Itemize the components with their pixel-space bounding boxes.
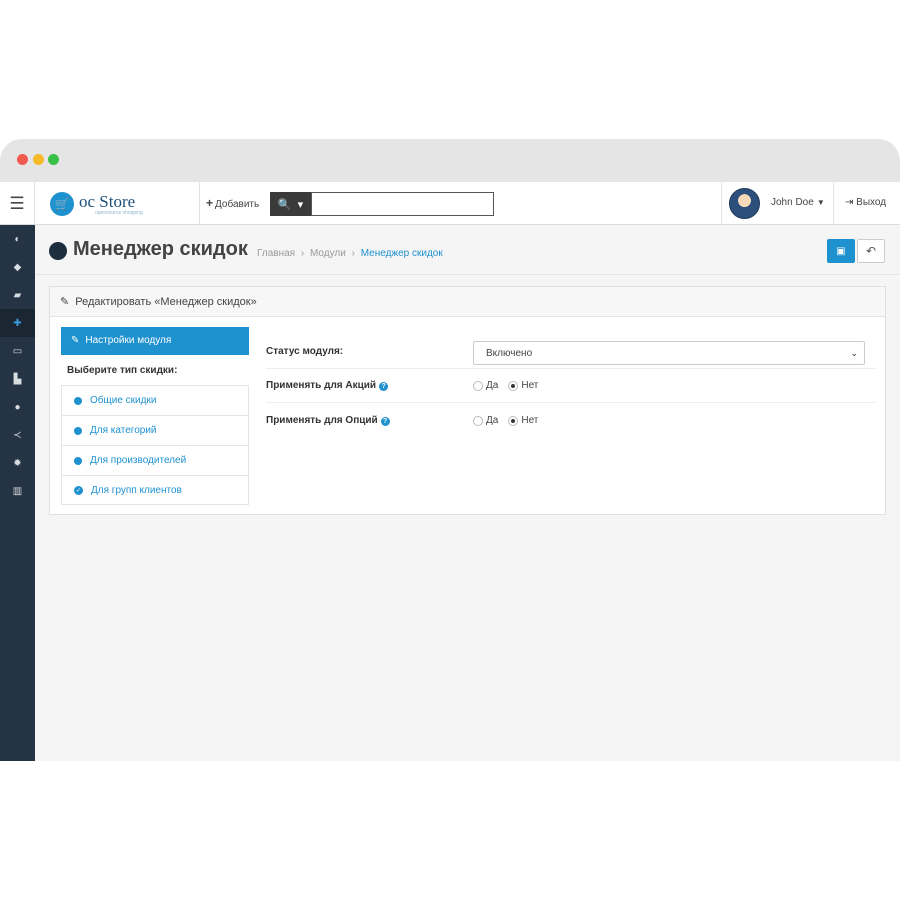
question-icon[interactable]: ?	[380, 417, 390, 426]
sidebar-item-design[interactable]: ▭	[0, 337, 35, 365]
logo-tagline: opensource shopping	[95, 210, 143, 216]
sidebar-item-system[interactable]: ✹	[0, 449, 35, 477]
radio-circle	[473, 380, 483, 391]
sidebar-item-dashboard[interactable]: ◐	[0, 225, 35, 253]
panel-heading: ✎ Редактировать «Менеджер скидок»	[50, 287, 885, 317]
status-row: Статус модуля: Включено ⌄	[266, 341, 876, 369]
sidebar-item-catalog[interactable]: ◆	[0, 253, 35, 281]
breadcrumb-home[interactable]: Главная	[257, 248, 295, 259]
store-logo[interactable]: 🛒 oc Store opensource shopping	[35, 182, 200, 225]
radio-circle-checked	[508, 415, 519, 426]
user-menu[interactable]: John Doe ▼	[721, 182, 834, 225]
book-icon: ▰	[13, 289, 22, 301]
breadcrumb-modules[interactable]: Модули	[310, 248, 346, 259]
monitor-icon: ▭	[12, 345, 23, 357]
page-title: Менеджер скидок	[73, 238, 248, 260]
logout-icon: ⇥	[845, 197, 854, 208]
save-button[interactable]: ▣	[827, 239, 855, 263]
edit-panel: ✎ Редактировать «Менеджер скидок» ✎ Настро…	[49, 286, 886, 515]
add-new-button[interactable]: + Добавить	[206, 196, 259, 210]
tab-customer-group-discounts[interactable]: ✓ Для групп клиентов	[61, 475, 249, 505]
tag-icon: ◆	[13, 261, 22, 273]
caret-down-icon: ▾	[297, 198, 304, 211]
search-type-button[interactable]: 🔍 ▾	[270, 192, 311, 216]
sidebar-item-extensions[interactable]: ✚	[0, 309, 35, 337]
hamburger-icon: ☰	[9, 193, 25, 213]
options-label: Применять для Опций?	[266, 415, 390, 426]
minimize-window-button[interactable]	[33, 154, 44, 165]
chart-icon: ▥	[12, 485, 23, 497]
question-icon[interactable]: ?	[379, 382, 389, 391]
specials-label: Применять для Акций?	[266, 380, 389, 391]
avatar	[729, 188, 760, 219]
top-navbar: ☰ 🛒 oc Store opensource shopping + Добави…	[0, 182, 900, 225]
settings-tabs: ✎ Настройки модуля Выберите тип скидки: О…	[61, 327, 249, 505]
window-titlebar	[0, 139, 900, 182]
module-icon	[49, 242, 67, 260]
tab-module-settings[interactable]: ✎ Настройки модуля	[61, 327, 249, 355]
dashboard-icon: ◐	[14, 233, 21, 245]
caret-down-icon: ▼	[816, 198, 825, 207]
user-icon: ●	[14, 401, 21, 413]
sidebar-item-marketing[interactable]: ≺	[0, 421, 35, 449]
specials-row: Применять для Акций? Да Нет	[266, 371, 876, 403]
add-label: Добавить	[215, 199, 260, 210]
close-window-button[interactable]	[17, 154, 28, 165]
options-row: Применять для Опций? Да Нет	[266, 407, 876, 439]
pencil-icon: ✎	[71, 335, 80, 346]
tab-manufacturer-discounts[interactable]: Для производителей	[61, 445, 249, 475]
cart-icon: ▙	[13, 373, 22, 385]
status-select[interactable]: Включено ⌄	[473, 341, 865, 365]
user-name: John Doe ▼	[771, 197, 825, 208]
reply-icon: ↶	[865, 244, 877, 258]
tab-general-discounts[interactable]: Общие скидки	[61, 385, 249, 415]
search-icon: 🔍	[277, 198, 292, 211]
radio-circle	[473, 415, 483, 426]
logout-button[interactable]: ⇥ Выход	[845, 197, 886, 208]
cart-logo-icon: 🛒	[50, 192, 74, 216]
check-circle-icon: ✓	[74, 485, 83, 495]
status-label: Статус модуля:	[266, 346, 344, 357]
chevron-down-icon: ⌄	[850, 348, 858, 358]
plus-icon: +	[206, 196, 214, 210]
share-icon: ≺	[13, 429, 22, 441]
page-header: Менеджер скидок Главная › Модули › Менед…	[35, 225, 900, 275]
circle-icon	[74, 396, 82, 405]
breadcrumb-separator: ›	[300, 248, 305, 259]
breadcrumb-current[interactable]: Менеджер скидок	[361, 248, 443, 259]
gear-icon: ✹	[13, 457, 22, 469]
pencil-icon: ✎	[60, 296, 70, 308]
floppy-icon: ▣	[836, 245, 846, 257]
sidebar-item-sales[interactable]: ▙	[0, 365, 35, 393]
sidebar: ◐ ◆ ▰ ✚ ▭ ▙ ● ≺ ✹ ▥	[0, 225, 35, 761]
radio-circle-checked	[508, 380, 519, 391]
breadcrumb: Главная › Модули › Менеджер скидок	[257, 248, 443, 259]
search-input[interactable]	[311, 192, 494, 216]
specials-no-radio[interactable]: Нет	[508, 380, 538, 391]
panel-title: Редактировать «Менеджер скидок»	[75, 296, 257, 308]
specials-yes-radio[interactable]: Да	[473, 380, 498, 391]
maximize-window-button[interactable]	[48, 154, 59, 165]
circle-icon	[74, 426, 82, 435]
discount-type-heading: Выберите тип скидки:	[67, 365, 178, 376]
circle-icon	[74, 456, 82, 465]
logo-text: oc Store	[79, 192, 136, 211]
options-no-radio[interactable]: Нет	[508, 415, 538, 426]
status-value: Включено	[486, 348, 533, 359]
options-radio-group: Да Нет	[473, 415, 538, 426]
menu-toggle-button[interactable]: ☰	[0, 182, 35, 225]
breadcrumb-separator: ›	[351, 248, 355, 259]
sidebar-item-customers[interactable]: ●	[0, 393, 35, 421]
sidebar-item-information[interactable]: ▰	[0, 281, 35, 309]
sidebar-item-reports[interactable]: ▥	[0, 477, 35, 505]
back-button[interactable]: ↶	[857, 239, 885, 263]
specials-radio-group: Да Нет	[473, 380, 538, 391]
puzzle-icon: ✚	[13, 317, 22, 329]
tab-category-discounts[interactable]: Для категорий	[61, 415, 249, 445]
options-yes-radio[interactable]: Да	[473, 415, 498, 426]
